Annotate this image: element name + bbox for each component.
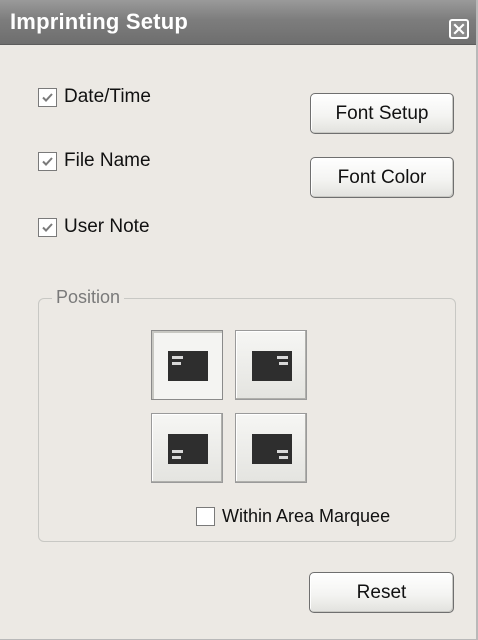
- check-icon: [42, 222, 53, 232]
- position-bottom-right-button[interactable]: [235, 413, 307, 483]
- font-color-button[interactable]: Font Color: [310, 157, 454, 198]
- user-note-checkbox[interactable]: [38, 217, 57, 237]
- reset-button[interactable]: Reset: [309, 572, 454, 613]
- close-button[interactable]: [449, 19, 469, 39]
- title-bar[interactable]: Imprinting Setup: [0, 0, 476, 45]
- imprinting-setup-dialog: Imprinting Setup Date/Time File Name Use…: [0, 0, 478, 640]
- close-icon: [453, 23, 465, 35]
- file-name-checkbox[interactable]: [38, 151, 57, 171]
- user-note-option[interactable]: User Note: [38, 216, 150, 238]
- date-time-checkbox[interactable]: [38, 87, 57, 107]
- date-time-option[interactable]: Date/Time: [38, 86, 151, 108]
- top-right-position-icon: [252, 351, 292, 381]
- dialog-title: Imprinting Setup: [10, 9, 188, 34]
- top-left-position-icon: [168, 351, 208, 381]
- check-icon: [42, 156, 53, 166]
- position-top-right-button[interactable]: [235, 330, 307, 400]
- check-icon: [42, 92, 53, 102]
- within-area-marquee-checkbox[interactable]: [196, 507, 215, 526]
- position-group-label: Position: [52, 287, 125, 308]
- file-name-option[interactable]: File Name: [38, 150, 151, 172]
- font-setup-button[interactable]: Font Setup: [310, 93, 454, 134]
- within-area-marquee-option[interactable]: Within Area Marquee: [196, 506, 390, 527]
- position-bottom-left-button[interactable]: [151, 413, 223, 483]
- user-note-label: User Note: [64, 216, 150, 237]
- file-name-label: File Name: [64, 150, 151, 171]
- position-top-left-button[interactable]: [151, 330, 223, 400]
- bottom-right-position-icon: [252, 434, 292, 464]
- date-time-label: Date/Time: [64, 86, 151, 107]
- within-area-marquee-label: Within Area Marquee: [222, 506, 391, 526]
- bottom-left-position-icon: [168, 434, 208, 464]
